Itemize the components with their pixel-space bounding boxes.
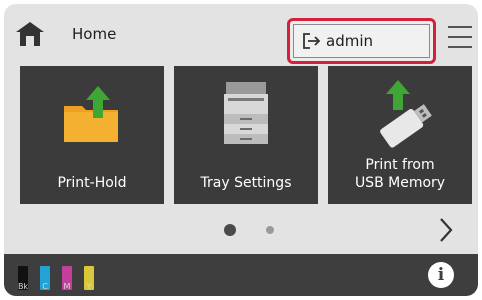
menu-button[interactable] bbox=[448, 26, 472, 48]
folder-upload-icon bbox=[64, 86, 118, 142]
menu-icon-line bbox=[448, 36, 472, 38]
page-indicator-inactive[interactable] bbox=[266, 226, 274, 234]
chevron-right-icon[interactable] bbox=[436, 216, 456, 244]
tile-label-line: Print from bbox=[365, 157, 435, 173]
home-label: Home bbox=[72, 25, 117, 43]
tile-print-hold[interactable]: Print-Hold bbox=[20, 66, 164, 204]
toner-level-magenta: M bbox=[62, 266, 72, 291]
info-button[interactable]: i bbox=[428, 262, 454, 288]
login-button-highlight[interactable]: admin bbox=[287, 18, 436, 64]
home-button[interactable]: Home bbox=[14, 16, 134, 52]
toner-label: Bk bbox=[17, 282, 29, 291]
tile-tray-settings[interactable]: Tray Settings bbox=[174, 66, 318, 204]
status-bar: Bk C M Y i bbox=[4, 254, 478, 296]
toner-level-cyan: C bbox=[40, 266, 50, 291]
printer-home-screen: Home admin Print-Hold Tray Settings Prin… bbox=[4, 4, 478, 296]
printer-icon bbox=[224, 82, 268, 144]
header-bar: Home admin bbox=[4, 4, 478, 64]
menu-icon-line bbox=[448, 26, 472, 28]
toner-label: Y bbox=[86, 282, 92, 291]
home-icon bbox=[16, 22, 44, 46]
tile-label-line: USB Memory bbox=[354, 175, 446, 191]
toner-level-black: Bk bbox=[18, 266, 28, 291]
tile-label: Tray Settings bbox=[200, 175, 292, 191]
page-indicator-active[interactable] bbox=[224, 224, 236, 236]
menu-icon-line bbox=[448, 46, 472, 48]
tile-label: Print-Hold bbox=[57, 175, 127, 191]
tile-print-from-usb[interactable]: Print from USB Memory bbox=[328, 66, 472, 204]
login-username: admin bbox=[326, 32, 373, 50]
toner-level-yellow: Y bbox=[84, 266, 94, 291]
login-button[interactable]: admin bbox=[293, 24, 430, 58]
usb-memory-icon bbox=[380, 80, 432, 148]
logout-icon bbox=[303, 33, 321, 49]
tile-label: Print from USB Memory bbox=[328, 156, 472, 192]
toner-label: M bbox=[63, 282, 71, 291]
toner-label: C bbox=[42, 282, 48, 291]
